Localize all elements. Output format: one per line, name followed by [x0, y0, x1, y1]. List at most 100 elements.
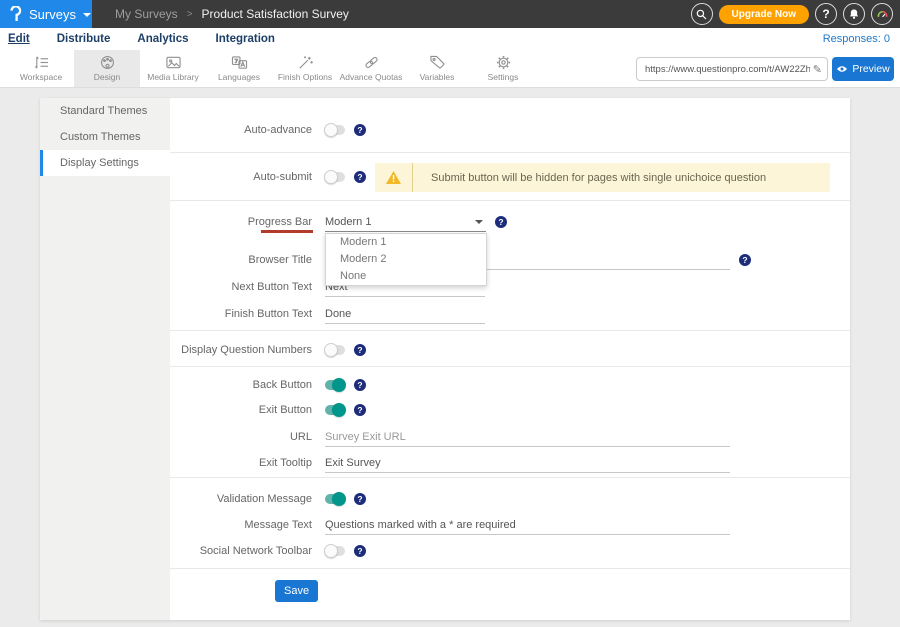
toolbar-design[interactable]: Design — [74, 50, 140, 87]
progress-bar-dropdown: Modern 1 Modern 2 None — [325, 233, 487, 286]
sidebar-item-standard-themes[interactable]: Standard Themes — [40, 98, 170, 124]
dropdown-option-modern2[interactable]: Modern 2 — [326, 251, 486, 268]
finish-button-text-input[interactable] — [325, 305, 485, 324]
message-text-input[interactable] — [325, 516, 730, 535]
finish-options-icon — [297, 55, 314, 70]
survey-nav: Edit Distribute Analytics Integration Re… — [0, 28, 900, 50]
toolbar-advance-quotas[interactable]: Advance Quotas — [338, 50, 404, 87]
validation-message-row: Validation Message — [170, 488, 850, 510]
next-button-text-row: Next Button Text — [170, 276, 850, 298]
exit-url-row: URL — [170, 426, 850, 448]
notifications-button[interactable] — [843, 3, 865, 25]
browser-title-label: Browser Title — [170, 249, 312, 271]
browser-title-row: Browser Title — [170, 249, 850, 271]
help-icon[interactable] — [354, 493, 366, 505]
languages-icon — [231, 55, 248, 70]
exit-tooltip-row: Exit Tooltip — [170, 452, 850, 474]
sidebar-item-display-settings[interactable]: Display Settings — [40, 150, 170, 176]
help-icon[interactable] — [354, 124, 366, 136]
surveys-menu[interactable]: Surveys — [0, 0, 92, 28]
help-icon: ? — [822, 7, 829, 21]
dropdown-option-modern1[interactable]: Modern 1 — [326, 234, 486, 251]
usage-gauge-button[interactable] — [871, 3, 893, 25]
breadcrumb-separator: > — [187, 9, 193, 20]
nav-distribute[interactable]: Distribute — [57, 33, 111, 45]
validation-message-toggle[interactable] — [325, 494, 345, 504]
sidebar-item-custom-themes[interactable]: Custom Themes — [40, 124, 170, 150]
save-button[interactable]: Save — [275, 580, 318, 602]
nav-edit[interactable]: Edit — [8, 33, 30, 45]
toolbar-label: Variables — [420, 72, 455, 82]
survey-url: https://www.questionpro.com/t/AW22Zh44 — [645, 64, 810, 75]
progress-bar-select[interactable]: Modern 1 — [325, 212, 486, 232]
toolbar-finish-options[interactable]: Finish Options — [272, 50, 338, 87]
dropdown-option-none[interactable]: None — [326, 268, 486, 285]
toolbar-label: Finish Options — [278, 72, 332, 82]
auto-submit-toggle[interactable] — [325, 172, 345, 182]
edit-pencil-icon[interactable]: ✎ — [813, 63, 822, 76]
finish-button-text-label: Finish Button Text — [170, 303, 312, 325]
back-button-row: Back Button — [170, 374, 850, 396]
search-button[interactable] — [691, 3, 713, 25]
toolbar-languages[interactable]: Languages — [206, 50, 272, 87]
help-icon[interactable] — [354, 404, 366, 416]
toolbar-workspace[interactable]: Workspace — [8, 50, 74, 87]
help-icon[interactable] — [739, 254, 751, 266]
toolbar-settings[interactable]: Settings — [470, 50, 536, 87]
display-question-numbers-label: Display Question Numbers — [170, 339, 312, 361]
message-text-label: Message Text — [170, 514, 312, 536]
auto-advance-toggle[interactable] — [325, 125, 345, 135]
design-icon — [99, 55, 116, 70]
top-header-bar: Surveys My Surveys > Product Satisfactio… — [0, 0, 900, 28]
nav-integration[interactable]: Integration — [216, 33, 275, 45]
validation-message-label: Validation Message — [170, 488, 312, 510]
auto-submit-label: Auto-submit — [170, 166, 312, 188]
social-network-toolbar-label: Social Network Toolbar — [170, 540, 312, 562]
design-sidebar: Standard Themes Custom Themes Display Se… — [40, 98, 170, 620]
preview-button[interactable]: Preview — [832, 57, 894, 81]
toolbar-label: Languages — [218, 72, 260, 82]
product-label: Surveys — [29, 7, 76, 22]
help-icon[interactable] — [354, 171, 366, 183]
variables-icon — [429, 55, 446, 70]
back-button-label: Back Button — [170, 374, 312, 396]
display-settings-form: Auto-advance Auto-submit Submit button w… — [170, 98, 850, 620]
toolbar-variables[interactable]: Variables — [404, 50, 470, 87]
display-question-numbers-row: Display Question Numbers — [170, 339, 850, 361]
settings-gear-icon — [495, 55, 512, 70]
breadcrumb-survey-name: Product Satisfaction Survey — [202, 7, 349, 21]
responses-count[interactable]: Responses: 0 — [823, 33, 900, 45]
toolbar-media-library[interactable]: Media Library — [140, 50, 206, 87]
usage-gauge-icon — [876, 8, 889, 21]
eye-icon — [836, 65, 848, 73]
toolbar-label: Media Library — [147, 72, 199, 82]
exit-tooltip-input[interactable] — [325, 454, 730, 473]
back-button-toggle[interactable] — [325, 380, 345, 390]
annotation-underline — [261, 230, 313, 233]
help-button[interactable]: ? — [815, 3, 837, 25]
chevron-down-icon — [83, 13, 91, 17]
breadcrumb-my-surveys[interactable]: My Surveys — [115, 7, 178, 21]
exit-button-toggle[interactable] — [325, 405, 345, 415]
help-icon[interactable] — [354, 379, 366, 391]
auto-advance-row: Auto-advance — [170, 119, 850, 141]
display-question-numbers-toggle[interactable] — [325, 345, 345, 355]
search-icon — [696, 9, 707, 20]
social-network-toolbar-toggle[interactable] — [325, 546, 345, 556]
nav-analytics[interactable]: Analytics — [137, 33, 188, 45]
notifications-icon — [848, 8, 860, 20]
message-text-row: Message Text — [170, 514, 850, 536]
toolbar-label: Workspace — [20, 72, 62, 82]
help-icon[interactable] — [495, 216, 507, 228]
help-icon[interactable] — [354, 545, 366, 557]
exit-button-row: Exit Button — [170, 399, 850, 421]
questionpro-logo — [9, 6, 22, 22]
warning-icon — [385, 170, 402, 185]
exit-url-input[interactable] — [325, 428, 730, 447]
social-network-toolbar-row: Social Network Toolbar — [170, 540, 850, 562]
upgrade-now-button[interactable]: Upgrade Now — [719, 5, 809, 24]
exit-button-label: Exit Button — [170, 399, 312, 421]
auto-submit-warning: Submit button will be hidden for pages w… — [375, 163, 830, 192]
help-icon[interactable] — [354, 344, 366, 356]
exit-url-label: URL — [170, 426, 312, 448]
